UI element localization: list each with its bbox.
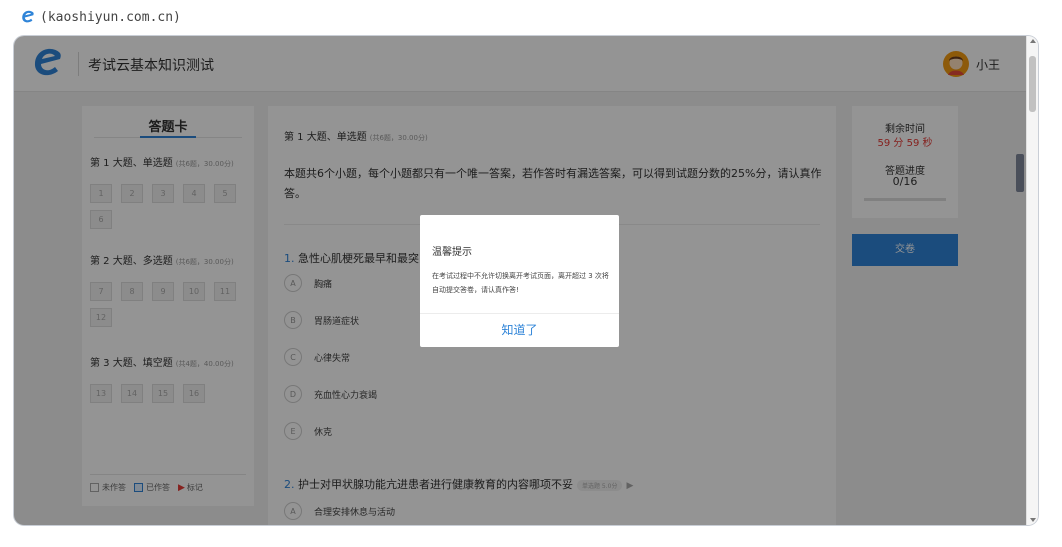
e-logo-icon: [22, 10, 34, 23]
source-text: (kaoshiyun.com.cn): [40, 9, 181, 25]
dialog-message: 在考试过程中不允许切换离开考试页面，离开超过 3 次将自动提交答卷，请认真作答!: [432, 272, 609, 294]
warning-dialog: 温馨提示 在考试过程中不允许切换离开考试页面，离开超过 3 次将自动提交答卷，请…: [420, 215, 619, 347]
side-widget-handle[interactable]: [1016, 154, 1024, 192]
confirm-button[interactable]: 知道了: [420, 314, 619, 347]
browser-window: 考试云基本知识测试 小王 答题卡 第 1 大题、单选题 (共6题，30.00分) …: [14, 36, 1038, 525]
scroll-down-arrow[interactable]: [1030, 518, 1036, 522]
dialog-title: 温馨提示: [432, 247, 472, 258]
page: (kaoshiyun.com.cn) 考试云基本知识测试 小王 答题卡 第 1 …: [0, 0, 1062, 547]
scrollbar[interactable]: [1026, 36, 1038, 525]
scrollbar-thumb[interactable]: [1029, 56, 1036, 112]
scroll-up-arrow[interactable]: [1030, 39, 1036, 43]
source-caption: (kaoshiyun.com.cn): [20, 9, 181, 25]
